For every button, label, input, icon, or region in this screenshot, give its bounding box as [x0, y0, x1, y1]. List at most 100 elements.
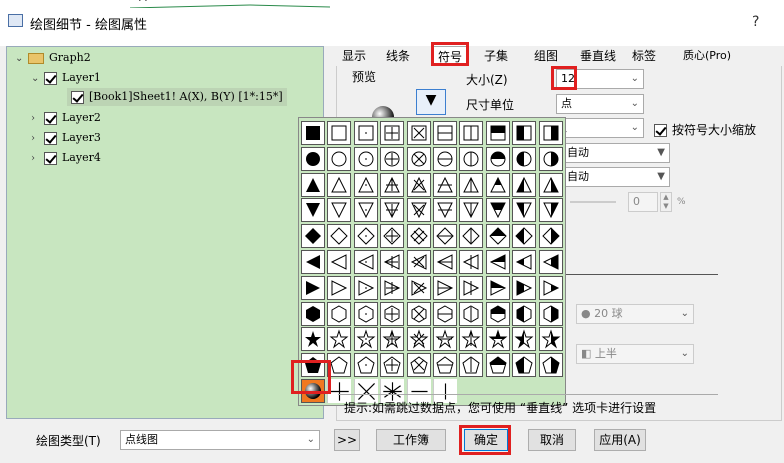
tab-group[interactable]: 组图 [528, 46, 564, 66]
tree-item-layer2[interactable]: › Layer2 [31, 109, 101, 127]
chevron-right-icon[interactable]: › [31, 110, 41, 128]
transparency-spin[interactable]: 0 [628, 192, 658, 212]
cancel-button[interactable]: 取消 [528, 429, 576, 451]
triangle-left-symbol-icon[interactable] [485, 250, 510, 274]
star-symbol-icon[interactable] [512, 327, 537, 352]
edge-color-combo[interactable]: 自动 ▼ [562, 143, 670, 163]
spin-arrows[interactable]: ▲ ▼ [660, 192, 672, 212]
plot-type-combo[interactable]: 点线图 ⌄ [120, 430, 320, 450]
expand-button[interactable]: >> [334, 429, 360, 451]
triangle-right-symbol-icon[interactable] [433, 275, 457, 300]
star-symbol-icon[interactable] [327, 327, 352, 352]
chevron-right-icon[interactable]: › [31, 150, 41, 168]
square-symbol-icon[interactable] [380, 121, 405, 145]
triangle-up-symbol-icon[interactable] [485, 172, 510, 197]
diamond-symbol-icon[interactable] [406, 224, 431, 249]
triangle-down-symbol-icon[interactable] [406, 198, 431, 223]
triangle-left-symbol-icon[interactable] [327, 250, 352, 274]
square-symbol-icon[interactable] [538, 121, 563, 145]
chevron-down-icon[interactable]: ⌄ [31, 70, 41, 88]
checkbox[interactable] [71, 90, 84, 104]
pentagon-symbol-icon[interactable] [433, 353, 457, 378]
triangle-down-symbol-icon[interactable] [353, 198, 378, 223]
triangle-right-symbol-icon[interactable] [353, 275, 378, 300]
star-symbol-icon[interactable] [353, 327, 378, 352]
square-symbol-icon[interactable] [485, 121, 510, 145]
diamond-symbol-icon[interactable] [485, 224, 510, 249]
triangle-up-symbol-icon[interactable] [327, 172, 352, 197]
hexagon-symbol-icon[interactable] [406, 301, 431, 326]
triangle-up-symbol-icon[interactable] [301, 172, 325, 197]
tree-item-layer1[interactable]: ⌄ Layer1 [31, 69, 101, 87]
pentagon-symbol-icon[interactable] [538, 353, 563, 378]
square-symbol-icon[interactable] [301, 121, 325, 145]
triangle-right-symbol-icon[interactable] [459, 275, 484, 300]
triangle-down-symbol-icon[interactable] [380, 198, 405, 223]
symbol-dropdown-button[interactable]: ▼ [416, 89, 446, 115]
star-symbol-icon[interactable] [380, 327, 405, 352]
diamond-symbol-icon[interactable] [327, 224, 352, 249]
square-symbol-icon[interactable] [327, 121, 352, 145]
triangle-up-symbol-icon[interactable] [512, 172, 537, 197]
triangle-left-symbol-icon[interactable] [380, 250, 405, 274]
triangle-down-symbol-icon[interactable] [485, 198, 510, 223]
tab-subset[interactable]: 子集 [478, 46, 514, 66]
checkbox[interactable] [654, 124, 667, 137]
triangle-up-symbol-icon[interactable] [406, 172, 431, 197]
star-symbol-icon[interactable] [485, 327, 510, 352]
triangle-right-symbol-icon[interactable] [406, 275, 431, 300]
triangle-down-symbol-icon[interactable] [538, 198, 563, 223]
tree-item-plot[interactable]: [Book1]Sheet1! A(X), B(Y) [1*:15*] [67, 88, 287, 106]
diamond-symbol-icon[interactable] [380, 224, 405, 249]
tab-display[interactable]: 显示 [336, 46, 372, 66]
circle-symbol-icon[interactable] [301, 146, 325, 171]
tab-line[interactable]: 线条 [380, 46, 416, 66]
pentagon-symbol-icon[interactable] [485, 353, 510, 378]
star-symbol-icon[interactable] [406, 327, 431, 352]
triangle-right-symbol-icon[interactable] [538, 275, 563, 300]
transparency-slider[interactable] [570, 201, 616, 203]
chevron-right-icon[interactable]: › [31, 130, 41, 148]
triangle-right-symbol-icon[interactable] [327, 275, 352, 300]
triangle-down-symbol-icon[interactable] [459, 198, 484, 223]
layer-tree[interactable]: ⌄ Graph2 ⌄ Layer1 [Book1]Sheet1! A(X), B(Y… [6, 46, 324, 419]
scale-option[interactable]: 按符号大小缩放 [654, 121, 756, 138]
star-symbol-icon[interactable] [538, 327, 563, 352]
checkbox[interactable] [44, 131, 57, 145]
circle-symbol-icon[interactable] [406, 146, 431, 171]
tab-drop-lines[interactable]: 垂直线 [574, 46, 622, 66]
tab-label[interactable]: 标签 [626, 46, 662, 66]
triangle-right-symbol-icon[interactable] [380, 275, 405, 300]
tree-item-layer3[interactable]: › Layer3 [31, 129, 101, 147]
hexagon-symbol-icon[interactable] [512, 301, 537, 326]
triangle-down-symbol-icon[interactable] [327, 198, 352, 223]
workbook-button[interactable]: 工作簿 [376, 429, 446, 451]
hexagon-symbol-icon[interactable] [327, 301, 352, 326]
hexagon-symbol-icon[interactable] [459, 301, 484, 326]
diamond-symbol-icon[interactable] [301, 224, 325, 249]
diamond-symbol-icon[interactable] [353, 224, 378, 249]
triangle-down-symbol-icon[interactable] [433, 198, 457, 223]
pentagon-symbol-icon[interactable] [512, 353, 537, 378]
triangle-left-symbol-icon[interactable] [406, 250, 431, 274]
half-style-combo[interactable]: ◧ 上半 ⌄ [576, 344, 694, 364]
triangle-up-symbol-icon[interactable] [380, 172, 405, 197]
triangle-up-symbol-icon[interactable] [353, 172, 378, 197]
pentagon-symbol-icon[interactable] [459, 353, 484, 378]
circle-symbol-icon[interactable] [353, 146, 378, 171]
checkbox[interactable] [44, 71, 57, 85]
pentagon-symbol-icon[interactable] [353, 353, 378, 378]
pentagon-symbol-icon[interactable] [380, 353, 405, 378]
circle-symbol-icon[interactable] [512, 146, 537, 171]
diamond-symbol-icon[interactable] [433, 224, 457, 249]
fill-color-combo[interactable]: 自动 ▼ [562, 167, 670, 187]
pentagon-symbol-icon[interactable] [406, 353, 431, 378]
hexagon-symbol-icon[interactable] [380, 301, 405, 326]
star-symbol-icon[interactable] [459, 327, 484, 352]
hexagon-symbol-icon[interactable] [538, 301, 563, 326]
diamond-symbol-icon[interactable] [538, 224, 563, 249]
triangle-down-symbol-icon[interactable] [512, 198, 537, 223]
ball-style-combo[interactable]: ● 20 球 ⌄ [576, 304, 694, 324]
triangle-up-symbol-icon[interactable] [538, 172, 563, 197]
square-symbol-icon[interactable] [512, 121, 537, 145]
